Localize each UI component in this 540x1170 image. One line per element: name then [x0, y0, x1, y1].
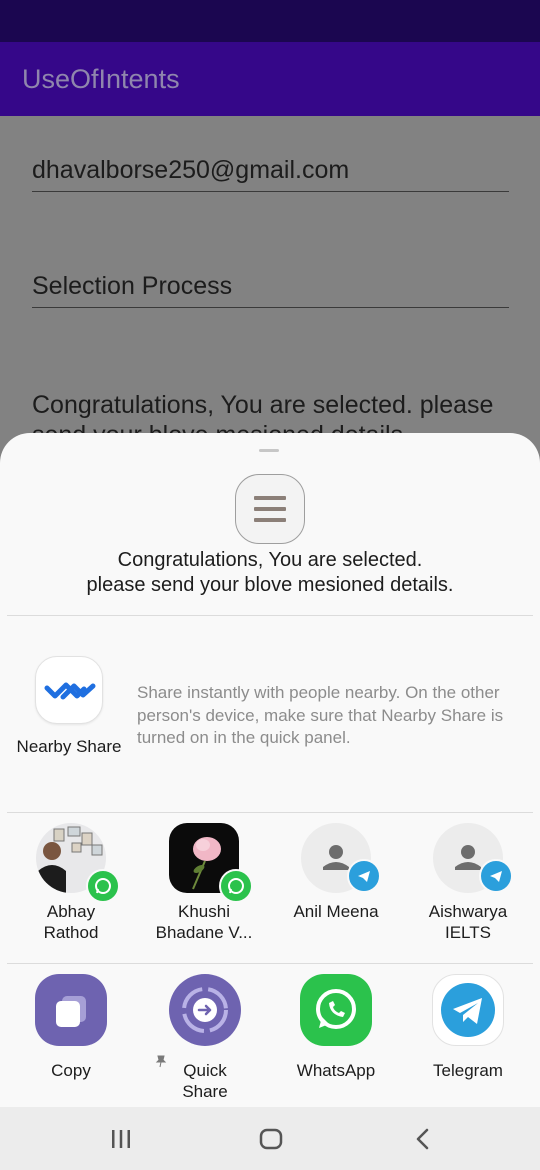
contact-name: Khushi Bhadane V...	[155, 902, 253, 942]
direct-share-contact[interactable]: Anil Meena	[271, 823, 401, 963]
share-target-copy[interactable]: Copy	[6, 974, 136, 1104]
share-target-label: WhatsApp	[296, 1061, 376, 1080]
navigation-bar	[0, 1107, 540, 1170]
direct-share-contact[interactable]: Abhay Rathod	[6, 823, 136, 963]
divider	[7, 615, 533, 616]
app-bar: UseOfIntents	[0, 42, 540, 116]
direct-share-contact[interactable]: Aishwarya IELTS	[403, 823, 533, 963]
nearby-share-description: Share instantly with people nearby. On t…	[137, 683, 504, 747]
telegram-icon	[479, 859, 513, 893]
contact-name: Abhay Rathod	[43, 902, 99, 942]
whatsapp-icon	[219, 869, 253, 903]
text-preview-icon	[235, 474, 305, 544]
status-bar	[0, 0, 540, 42]
home-icon[interactable]	[259, 1128, 283, 1150]
whatsapp-icon	[300, 974, 372, 1046]
share-target-whatsapp[interactable]: WhatsApp	[271, 974, 401, 1104]
recents-icon[interactable]	[110, 1129, 132, 1149]
telegram-icon	[432, 974, 504, 1046]
message-field[interactable]: Congratulations, You are selected. pleas…	[32, 390, 512, 436]
share-target-telegram[interactable]: Telegram	[403, 974, 533, 1104]
subject-field[interactable]: Selection Process	[32, 272, 509, 308]
divider	[7, 812, 533, 813]
share-target-label: Quick Share	[182, 1061, 228, 1101]
share-target-label: Telegram	[433, 1061, 503, 1080]
share-preview-text: Congratulations, You are selected. pleas…	[0, 548, 540, 598]
share-sheet: Congratulations, You are selected. pleas…	[0, 433, 540, 1170]
copy-icon	[35, 974, 107, 1046]
sheet-drag-handle[interactable]	[259, 449, 279, 452]
divider	[7, 963, 533, 964]
contact-name: Aishwarya IELTS	[428, 902, 508, 942]
nearby-share-icon[interactable]	[35, 656, 103, 724]
nearby-share-label[interactable]: Nearby Share	[10, 737, 128, 757]
share-target-quick-share[interactable]: Quick Share	[140, 974, 270, 1104]
preview-text-line1: Congratulations, You are selected.	[117, 549, 423, 571]
back-icon[interactable]	[414, 1128, 432, 1150]
direct-share-contact[interactable]: Khushi Bhadane V...	[139, 823, 269, 963]
quick-share-icon	[169, 974, 241, 1046]
preview-text-line2: please send your blove mesioned details.	[86, 574, 454, 596]
app-title: UseOfIntents	[22, 64, 180, 94]
telegram-icon	[347, 859, 381, 893]
contact-name: Anil Meena	[293, 902, 379, 921]
share-target-label: Copy	[51, 1061, 91, 1080]
whatsapp-icon	[86, 869, 120, 903]
email-field[interactable]: dhavalborse250@gmail.com	[32, 156, 509, 192]
